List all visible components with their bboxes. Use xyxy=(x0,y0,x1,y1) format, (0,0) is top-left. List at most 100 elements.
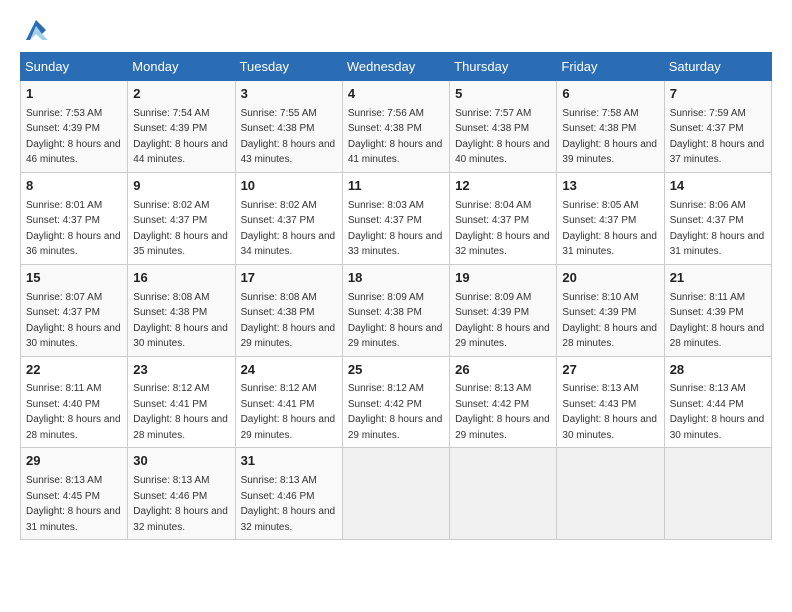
calendar-week-row: 1 Sunrise: 7:53 AMSunset: 4:39 PMDaylight… xyxy=(21,81,772,173)
table-row xyxy=(664,448,771,540)
table-row: 18 Sunrise: 8:09 AMSunset: 4:38 PMDayligh… xyxy=(342,264,449,356)
table-row: 5 Sunrise: 7:57 AMSunset: 4:38 PMDaylight… xyxy=(450,81,557,173)
calendar-table: Sunday Monday Tuesday Wednesday Thursday… xyxy=(20,52,772,540)
table-row: 8 Sunrise: 8:01 AMSunset: 4:37 PMDaylight… xyxy=(21,172,128,264)
day-info: Sunrise: 8:12 AMSunset: 4:42 PMDaylight:… xyxy=(348,383,443,441)
logo-icon xyxy=(22,16,50,44)
day-number: 14 xyxy=(670,177,766,196)
day-info: Sunrise: 8:09 AMSunset: 4:39 PMDaylight:… xyxy=(455,292,550,350)
day-number: 31 xyxy=(241,452,337,471)
day-number: 6 xyxy=(562,85,658,104)
table-row: 9Sunrise: 8:02 AMSunset: 4:37 PMDaylight… xyxy=(128,172,235,264)
day-number: 15 xyxy=(26,269,122,288)
table-row: 4 Sunrise: 7:56 AMSunset: 4:38 PMDaylight… xyxy=(342,81,449,173)
table-row: 7 Sunrise: 7:59 AMSunset: 4:37 PMDaylight… xyxy=(664,81,771,173)
day-info: Sunrise: 7:56 AMSunset: 4:38 PMDaylight:… xyxy=(348,108,443,166)
table-row: 20 Sunrise: 8:10 AMSunset: 4:39 PMDayligh… xyxy=(557,264,664,356)
table-row: 13 Sunrise: 8:05 AMSunset: 4:37 PMDayligh… xyxy=(557,172,664,264)
day-info: Sunrise: 8:11 AMSunset: 4:39 PMDaylight:… xyxy=(670,292,765,350)
table-row: 14Sunrise: 8:06 AMSunset: 4:37 PMDayligh… xyxy=(664,172,771,264)
table-row: 28 Sunrise: 8:13 AMSunset: 4:44 PMDayligh… xyxy=(664,356,771,448)
day-number: 17 xyxy=(241,269,337,288)
day-number: 10 xyxy=(241,177,337,196)
day-info: Sunrise: 7:59 AMSunset: 4:37 PMDaylight:… xyxy=(670,108,765,166)
table-row xyxy=(557,448,664,540)
table-row xyxy=(450,448,557,540)
col-thursday: Thursday xyxy=(450,53,557,81)
day-number: 4 xyxy=(348,85,444,104)
calendar-week-row: 29Sunrise: 8:13 AMSunset: 4:45 PMDayligh… xyxy=(21,448,772,540)
table-row: 10 Sunrise: 8:02 AMSunset: 4:37 PMDayligh… xyxy=(235,172,342,264)
table-row: 17 Sunrise: 8:08 AMSunset: 4:38 PMDayligh… xyxy=(235,264,342,356)
day-number: 8 xyxy=(26,177,122,196)
table-row: 6 Sunrise: 7:58 AMSunset: 4:38 PMDaylight… xyxy=(557,81,664,173)
logo xyxy=(20,16,50,44)
day-info: Sunrise: 8:09 AMSunset: 4:38 PMDaylight:… xyxy=(348,292,443,350)
day-info: Sunrise: 8:07 AMSunset: 4:37 PMDaylight:… xyxy=(26,292,121,350)
table-row: 3Sunrise: 7:55 AMSunset: 4:38 PMDaylight… xyxy=(235,81,342,173)
day-info: Sunrise: 8:13 AMSunset: 4:45 PMDaylight:… xyxy=(26,475,121,533)
table-row: 26Sunrise: 8:13 AMSunset: 4:42 PMDayligh… xyxy=(450,356,557,448)
table-row: 12 Sunrise: 8:04 AMSunset: 4:37 PMDayligh… xyxy=(450,172,557,264)
day-number: 13 xyxy=(562,177,658,196)
day-info: Sunrise: 8:12 AMSunset: 4:41 PMDaylight:… xyxy=(241,383,336,441)
day-info: Sunrise: 8:13 AMSunset: 4:46 PMDaylight:… xyxy=(133,475,228,533)
day-info: Sunrise: 8:08 AMSunset: 4:38 PMDaylight:… xyxy=(241,292,336,350)
header xyxy=(20,16,772,44)
day-number: 27 xyxy=(562,361,658,380)
day-info: Sunrise: 8:13 AMSunset: 4:42 PMDaylight:… xyxy=(455,383,550,441)
table-row: 22Sunrise: 8:11 AMSunset: 4:40 PMDayligh… xyxy=(21,356,128,448)
day-info: Sunrise: 7:58 AMSunset: 4:38 PMDaylight:… xyxy=(562,108,657,166)
day-number: 2 xyxy=(133,85,229,104)
calendar-week-row: 8 Sunrise: 8:01 AMSunset: 4:37 PMDaylight… xyxy=(21,172,772,264)
day-number: 7 xyxy=(670,85,766,104)
table-row: 29Sunrise: 8:13 AMSunset: 4:45 PMDayligh… xyxy=(21,448,128,540)
day-info: Sunrise: 7:53 AMSunset: 4:39 PMDaylight:… xyxy=(26,108,121,166)
table-row: 24Sunrise: 8:12 AMSunset: 4:41 PMDayligh… xyxy=(235,356,342,448)
day-info: Sunrise: 8:13 AMSunset: 4:43 PMDaylight:… xyxy=(562,383,657,441)
table-row: 15 Sunrise: 8:07 AMSunset: 4:37 PMDayligh… xyxy=(21,264,128,356)
table-row: 23 Sunrise: 8:12 AMSunset: 4:41 PMDayligh… xyxy=(128,356,235,448)
calendar-header-row: Sunday Monday Tuesday Wednesday Thursday… xyxy=(21,53,772,81)
day-number: 20 xyxy=(562,269,658,288)
table-row: 1 Sunrise: 7:53 AMSunset: 4:39 PMDaylight… xyxy=(21,81,128,173)
col-wednesday: Wednesday xyxy=(342,53,449,81)
col-friday: Friday xyxy=(557,53,664,81)
day-number: 23 xyxy=(133,361,229,380)
calendar-week-row: 15 Sunrise: 8:07 AMSunset: 4:37 PMDayligh… xyxy=(21,264,772,356)
day-number: 28 xyxy=(670,361,766,380)
col-saturday: Saturday xyxy=(664,53,771,81)
day-info: Sunrise: 8:08 AMSunset: 4:38 PMDaylight:… xyxy=(133,292,228,350)
col-monday: Monday xyxy=(128,53,235,81)
calendar-week-row: 22Sunrise: 8:11 AMSunset: 4:40 PMDayligh… xyxy=(21,356,772,448)
day-info: Sunrise: 8:05 AMSunset: 4:37 PMDaylight:… xyxy=(562,200,657,258)
day-info: Sunrise: 8:13 AMSunset: 4:44 PMDaylight:… xyxy=(670,383,765,441)
table-row: 19 Sunrise: 8:09 AMSunset: 4:39 PMDayligh… xyxy=(450,264,557,356)
day-info: Sunrise: 8:10 AMSunset: 4:39 PMDaylight:… xyxy=(562,292,657,350)
day-number: 19 xyxy=(455,269,551,288)
day-info: Sunrise: 8:02 AMSunset: 4:37 PMDaylight:… xyxy=(133,200,228,258)
table-row: 30Sunrise: 8:13 AMSunset: 4:46 PMDayligh… xyxy=(128,448,235,540)
day-info: Sunrise: 8:12 AMSunset: 4:41 PMDaylight:… xyxy=(133,383,228,441)
day-number: 12 xyxy=(455,177,551,196)
day-number: 22 xyxy=(26,361,122,380)
day-number: 11 xyxy=(348,177,444,196)
day-number: 25 xyxy=(348,361,444,380)
table-row: 16Sunrise: 8:08 AMSunset: 4:38 PMDayligh… xyxy=(128,264,235,356)
day-number: 18 xyxy=(348,269,444,288)
day-number: 5 xyxy=(455,85,551,104)
day-number: 1 xyxy=(26,85,122,104)
day-info: Sunrise: 8:02 AMSunset: 4:37 PMDaylight:… xyxy=(241,200,336,258)
day-info: Sunrise: 7:57 AMSunset: 4:38 PMDaylight:… xyxy=(455,108,550,166)
day-info: Sunrise: 8:13 AMSunset: 4:46 PMDaylight:… xyxy=(241,475,336,533)
day-info: Sunrise: 7:54 AMSunset: 4:39 PMDaylight:… xyxy=(133,108,228,166)
table-row: 27 Sunrise: 8:13 AMSunset: 4:43 PMDayligh… xyxy=(557,356,664,448)
calendar-page: Sunday Monday Tuesday Wednesday Thursday… xyxy=(0,0,792,550)
table-row: 21 Sunrise: 8:11 AMSunset: 4:39 PMDayligh… xyxy=(664,264,771,356)
table-row: 25 Sunrise: 8:12 AMSunset: 4:42 PMDayligh… xyxy=(342,356,449,448)
col-tuesday: Tuesday xyxy=(235,53,342,81)
day-info: Sunrise: 8:04 AMSunset: 4:37 PMDaylight:… xyxy=(455,200,550,258)
day-info: Sunrise: 8:01 AMSunset: 4:37 PMDaylight:… xyxy=(26,200,121,258)
table-row: 2 Sunrise: 7:54 AMSunset: 4:39 PMDaylight… xyxy=(128,81,235,173)
day-number: 21 xyxy=(670,269,766,288)
